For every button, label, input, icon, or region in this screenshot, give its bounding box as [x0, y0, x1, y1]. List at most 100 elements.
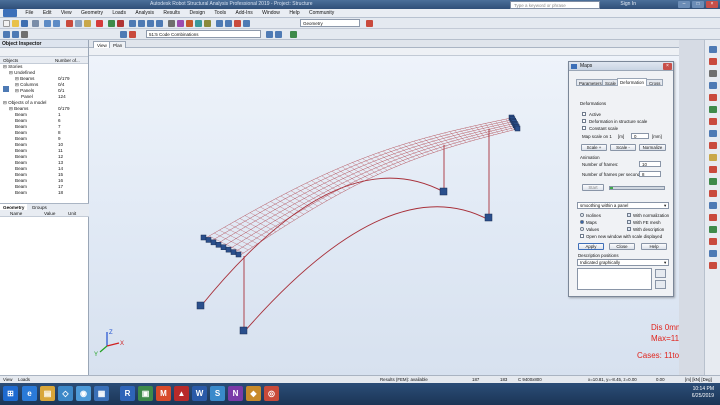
onenote-icon[interactable]: N	[228, 386, 243, 401]
menu-analysis[interactable]: Analysis	[131, 9, 158, 18]
with-description-checkbox[interactable]	[627, 227, 631, 231]
menu-loads[interactable]: Loads	[108, 9, 130, 18]
task-app-icon[interactable]: ◇	[58, 386, 73, 401]
offsets-icon[interactable]	[709, 118, 717, 125]
case-next-icon[interactable]	[275, 31, 282, 38]
delete-icon[interactable]	[96, 20, 103, 27]
table-icon[interactable]	[216, 20, 223, 27]
menu-design[interactable]: Design	[185, 9, 209, 18]
releases-icon[interactable]	[709, 106, 717, 113]
snap-icon[interactable]	[21, 31, 28, 38]
tab-cross[interactable]: Cross	[646, 79, 664, 86]
with-normalization-checkbox[interactable]	[627, 213, 631, 217]
zoom-icon[interactable]	[129, 20, 136, 27]
load-icon[interactable]	[186, 20, 193, 27]
word-icon[interactable]: W	[192, 386, 207, 401]
menu-geometry[interactable]: Geometry	[77, 9, 107, 18]
skype-icon[interactable]: S	[210, 386, 225, 401]
ie-icon[interactable]: e	[22, 386, 37, 401]
maps-radio[interactable]	[580, 220, 584, 224]
apply-button[interactable]: Apply	[578, 243, 604, 250]
menu-add-ins[interactable]: Add-Ins	[232, 9, 257, 18]
rotate-icon[interactable]	[156, 20, 163, 27]
open-new-window-checkbox[interactable]	[580, 234, 584, 238]
select-icon[interactable]	[3, 31, 10, 38]
report-icon[interactable]	[225, 20, 232, 27]
node-icon[interactable]	[120, 31, 127, 38]
bar-icon[interactable]	[129, 31, 136, 38]
combinations-icon[interactable]	[709, 166, 717, 173]
support-icon[interactable]	[195, 20, 202, 27]
supports-icon[interactable]	[709, 94, 717, 101]
scale-minus-button[interactable]: Scale -	[610, 144, 636, 151]
filter-icon[interactable]	[12, 31, 19, 38]
robot-icon[interactable]: R	[120, 386, 135, 401]
pdf-icon[interactable]: ▲	[174, 386, 189, 401]
tab-parameters[interactable]: Parameters	[576, 79, 605, 86]
active-checkbox[interactable]	[582, 112, 586, 116]
explorer-icon[interactable]: ▤	[40, 386, 55, 401]
refresh-icon[interactable]	[655, 269, 666, 278]
search-input[interactable]: Type a keyword or phrase	[510, 1, 600, 9]
nodes-icon[interactable]	[709, 58, 717, 65]
save-icon[interactable]	[21, 20, 28, 27]
copy-icon[interactable]	[75, 20, 82, 27]
release-icon[interactable]	[204, 20, 211, 27]
menu-file[interactable]: File	[21, 9, 37, 18]
menu-window[interactable]: Window	[258, 9, 284, 18]
application-menu-button[interactable]	[3, 9, 17, 17]
constant-scale-checkbox[interactable]	[582, 126, 586, 130]
pick-icon[interactable]	[655, 280, 666, 289]
panels-icon[interactable]	[709, 130, 717, 137]
sign-in-link[interactable]: Sign In	[620, 0, 636, 9]
section-icon[interactable]	[177, 20, 184, 27]
scale-plus-button[interactable]: Scale +	[581, 144, 607, 151]
diagrams-icon[interactable]	[709, 202, 717, 209]
design-icon[interactable]	[709, 226, 717, 233]
redo-icon[interactable]	[53, 20, 60, 27]
loads-icon[interactable]	[709, 154, 717, 161]
steel-icon[interactable]	[709, 238, 717, 245]
paint-icon[interactable]: ◆	[246, 386, 261, 401]
menu-tools[interactable]: Tools	[210, 9, 230, 18]
close-window-button[interactable]: ×	[706, 1, 718, 8]
new-file-icon[interactable]	[3, 20, 10, 27]
close-button[interactable]: Close	[609, 243, 635, 250]
firefox-icon[interactable]: ◉	[76, 386, 91, 401]
case-prev-icon[interactable]	[266, 31, 273, 38]
with-fe-mesh-checkbox[interactable]	[627, 220, 631, 224]
meshing-icon[interactable]	[709, 178, 717, 185]
menu-results[interactable]: Results	[159, 9, 184, 18]
print-icon[interactable]	[32, 20, 39, 27]
timber-icon[interactable]	[709, 262, 717, 269]
load-case-select[interactable]: 51:5 Code Combinations	[146, 30, 261, 38]
frames-input[interactable]: 10	[639, 161, 661, 167]
deformation-scale-checkbox[interactable]	[582, 119, 586, 123]
menu-help[interactable]: Help	[285, 9, 303, 18]
tab-deformation[interactable]: Deformation	[617, 78, 647, 86]
smoothing-select[interactable]: smoothing within a panel ▾	[577, 202, 669, 209]
menu-edit[interactable]: Edit	[39, 9, 56, 18]
media-icon[interactable]: M	[156, 386, 171, 401]
rc-icon[interactable]	[709, 250, 717, 257]
bars-icon[interactable]	[709, 46, 717, 53]
diagram-icon[interactable]	[243, 20, 250, 27]
view-3d-icon[interactable]	[290, 31, 297, 38]
tree-item[interactable]: Beam 18	[0, 190, 88, 196]
calculator-icon[interactable]: ▦	[94, 386, 109, 401]
tab-plan[interactable]: Plan	[109, 41, 127, 48]
thickness-icon[interactable]	[709, 142, 717, 149]
start-icon[interactable]: ⊞	[3, 386, 18, 401]
paste-icon[interactable]	[84, 20, 91, 27]
pan-icon[interactable]	[147, 20, 154, 27]
chrome-icon[interactable]: ◎	[264, 386, 279, 401]
menu-view[interactable]: View	[57, 9, 76, 18]
isolines-radio[interactable]	[580, 213, 584, 217]
calculate-icon[interactable]	[108, 20, 115, 27]
materials-icon[interactable]	[709, 82, 717, 89]
zoom-window-icon[interactable]	[138, 20, 145, 27]
map-icon[interactable]	[234, 20, 241, 27]
undo-icon[interactable]	[44, 20, 51, 27]
start-animation-button[interactable]: Start	[582, 184, 604, 191]
description-position-select[interactable]: Indicated graphically ▾	[577, 259, 669, 266]
